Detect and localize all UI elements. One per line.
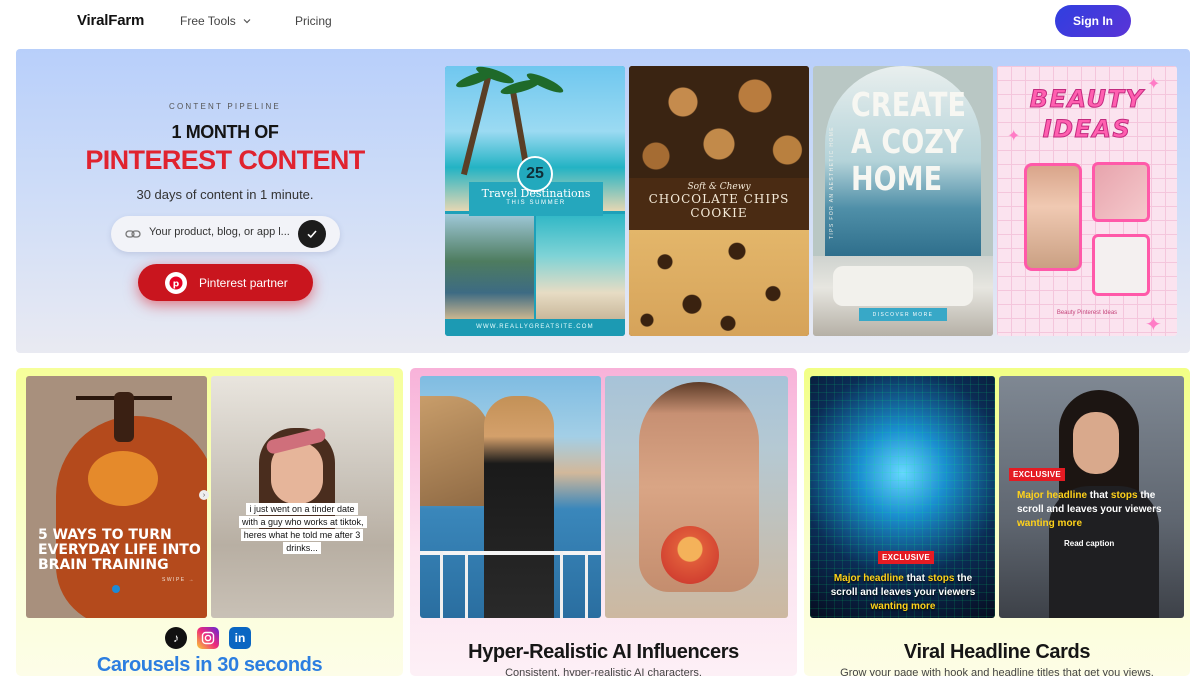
tiktok-caption-text: i just went on a tinder date with a guy … — [239, 503, 367, 554]
boat-photo — [536, 214, 625, 319]
headline-part: that — [903, 573, 928, 584]
cozy-side-text: TIPS FOR AN AESTHETIC HOME — [829, 126, 835, 240]
headline-highlight: wanting more — [1017, 518, 1083, 529]
progress-dot — [112, 585, 120, 593]
headline-highlight: Major headline — [833, 573, 904, 584]
headline-card-portrait: EXCLUSIVE Major headline that stops the … — [999, 376, 1184, 618]
headline-highlight: stops — [927, 573, 955, 584]
hero-title-line2: PINTEREST CONTENT — [85, 145, 365, 175]
feature-card-influencers[interactable]: Hyper-Realistic AI Influencers Consisten… — [410, 368, 797, 676]
feature-subtitle-influencers: Consistent, hyper-realistic AI character… — [505, 667, 702, 676]
feature-card-carousels[interactable]: 5 WAYS TO TURN EVERYDAY LIFE INTO BRAIN … — [16, 368, 403, 676]
hero-kicker: CONTENT PIPELINE — [169, 102, 281, 111]
hero-subtitle: 30 days of content in 1 minute. — [136, 187, 314, 202]
feature-title-carousels: Carousels in 30 seconds — [96, 654, 323, 676]
cozy-title-line1: CREATE — [851, 85, 966, 124]
sofa — [833, 266, 973, 306]
pinterest-partner-label: Pinterest partner — [199, 275, 288, 290]
brain-slide-text: 5 WAYS TO TURN EVERYDAY LIFE INTO BRAIN … — [38, 527, 201, 573]
sparkle-icon: ✦ — [1007, 128, 1021, 145]
link-icon — [125, 230, 141, 238]
feature-subtitle-headlines: Grow your page with hook and headline ti… — [840, 667, 1154, 676]
headline-highlight: Major headline — [1017, 490, 1088, 501]
carousel-slide-girl: i just went on a tinder date with a guy … — [211, 376, 394, 618]
logo[interactable]: ViralFarm — [77, 12, 144, 29]
cookie-closeup-photo — [629, 230, 809, 336]
pinterest-partner-button[interactable]: p Pinterest partner — [138, 264, 313, 301]
cookies-photo — [629, 66, 809, 186]
tiktok-icon[interactable]: ♪ — [165, 627, 187, 649]
cliff — [420, 396, 490, 506]
peach — [661, 526, 719, 584]
cookie-label: Soft & Chewy CHOCOLATE CHIPS COOKIE — [629, 178, 809, 230]
nav-pricing[interactable]: Pricing — [295, 14, 332, 28]
cookie-title-line1: CHOCOLATE CHIPS — [648, 192, 790, 206]
linkedin-icon[interactable]: in — [229, 627, 251, 649]
social-icons: ♪ in — [165, 627, 251, 649]
headline-card-ai: EXCLUSIVE Major headline that stops the … — [810, 376, 995, 618]
cookie-title-line2: COOKIE — [690, 206, 748, 220]
headline-highlight: stops — [1110, 490, 1138, 501]
head-silhouette — [56, 416, 207, 618]
portrait-photo — [1024, 163, 1082, 271]
feature-title-headlines: Viral Headline Cards — [903, 641, 1091, 663]
pin-card-cookie[interactable]: Soft & Chewy CHOCOLATE CHIPS COOKIE — [629, 66, 809, 336]
sparkle-icon: ✦ — [1147, 76, 1161, 93]
nav-free-tools[interactable]: Free Tools — [180, 14, 252, 28]
carousel-slide-brain: 5 WAYS TO TURN EVERYDAY LIFE INTO BRAIN … — [26, 376, 207, 618]
makeup-photo — [1092, 162, 1150, 222]
hero-input-bar — [111, 216, 340, 252]
headline-part: that — [1087, 490, 1111, 501]
travel-subtitle: THIS SUMMER — [506, 200, 566, 206]
swipe-hint: SWIPE → — [162, 577, 196, 583]
submit-button[interactable] — [298, 220, 326, 248]
woman-figure — [484, 396, 554, 618]
headline-text: Major headline that stops the scroll and… — [1017, 489, 1177, 531]
pin-card-cozy-home[interactable]: TIPS FOR AN AESTHETIC HOME CREATE A COZY… — [813, 66, 993, 336]
instagram-icon[interactable] — [197, 627, 219, 649]
brain-graphic — [88, 451, 158, 506]
nav-free-tools-label: Free Tools — [180, 14, 236, 28]
check-icon — [307, 230, 317, 239]
beauty-caption: Beauty Pinterest Ideas — [1056, 310, 1118, 316]
hero-title-line1: 1 MONTH OF — [171, 122, 279, 142]
feature-card-headlines[interactable]: EXCLUSIVE Major headline that stops the … — [804, 368, 1190, 676]
read-caption-link: Read caption — [1064, 539, 1115, 548]
feature-title-influencers: Hyper-Realistic AI Influencers — [468, 641, 739, 663]
accessories-photo — [1092, 234, 1150, 296]
svg-text:p: p — [173, 279, 180, 289]
product-url-input[interactable] — [149, 226, 297, 238]
cozy-title: CREATE A COZY HOME — [851, 86, 966, 197]
carousel-next-icon[interactable]: › — [199, 490, 209, 500]
face — [1073, 412, 1119, 474]
influencer-photo-seaside — [420, 376, 601, 618]
railing — [420, 551, 601, 555]
travel-number: 25 — [517, 156, 553, 192]
cozy-title-line3: HOME — [851, 159, 943, 198]
pin-card-travel[interactable]: Travel Destinations THIS SUMMER 25 WWW.R… — [445, 66, 625, 336]
pin-card-beauty[interactable]: BEAUTY IDEAS ✦ ✦ ✦ Beauty Pinterest Idea… — [997, 66, 1177, 336]
pinterest-icon: p — [165, 271, 187, 294]
discover-more-button: DISCOVER MORE — [859, 308, 947, 321]
exclusive-badge: EXCLUSIVE — [878, 551, 935, 564]
sign-in-button[interactable]: Sign In — [1055, 5, 1131, 37]
weightlifter-graphic — [114, 392, 134, 442]
travel-footer: WWW.REALLYGREATSITE.COM — [445, 319, 625, 336]
exclusive-badge: EXCLUSIVE — [1009, 468, 1066, 481]
beauty-title-line2: IDEAS — [1042, 115, 1132, 144]
headline-text: Major headline that stops the scroll and… — [822, 572, 984, 614]
island-photo — [445, 214, 534, 319]
influencer-photo-peach — [605, 376, 788, 618]
tiktok-caption: i just went on a tinder date with a guy … — [239, 503, 367, 555]
cookie-script-line: Soft & Chewy — [687, 182, 751, 192]
cozy-title-line2: A COZY — [851, 122, 964, 161]
top-nav: ViralFarm Free Tools Pricing Sign In — [0, 0, 1200, 42]
headline-highlight: wanting more — [870, 601, 936, 612]
chevron-down-icon — [243, 19, 251, 24]
